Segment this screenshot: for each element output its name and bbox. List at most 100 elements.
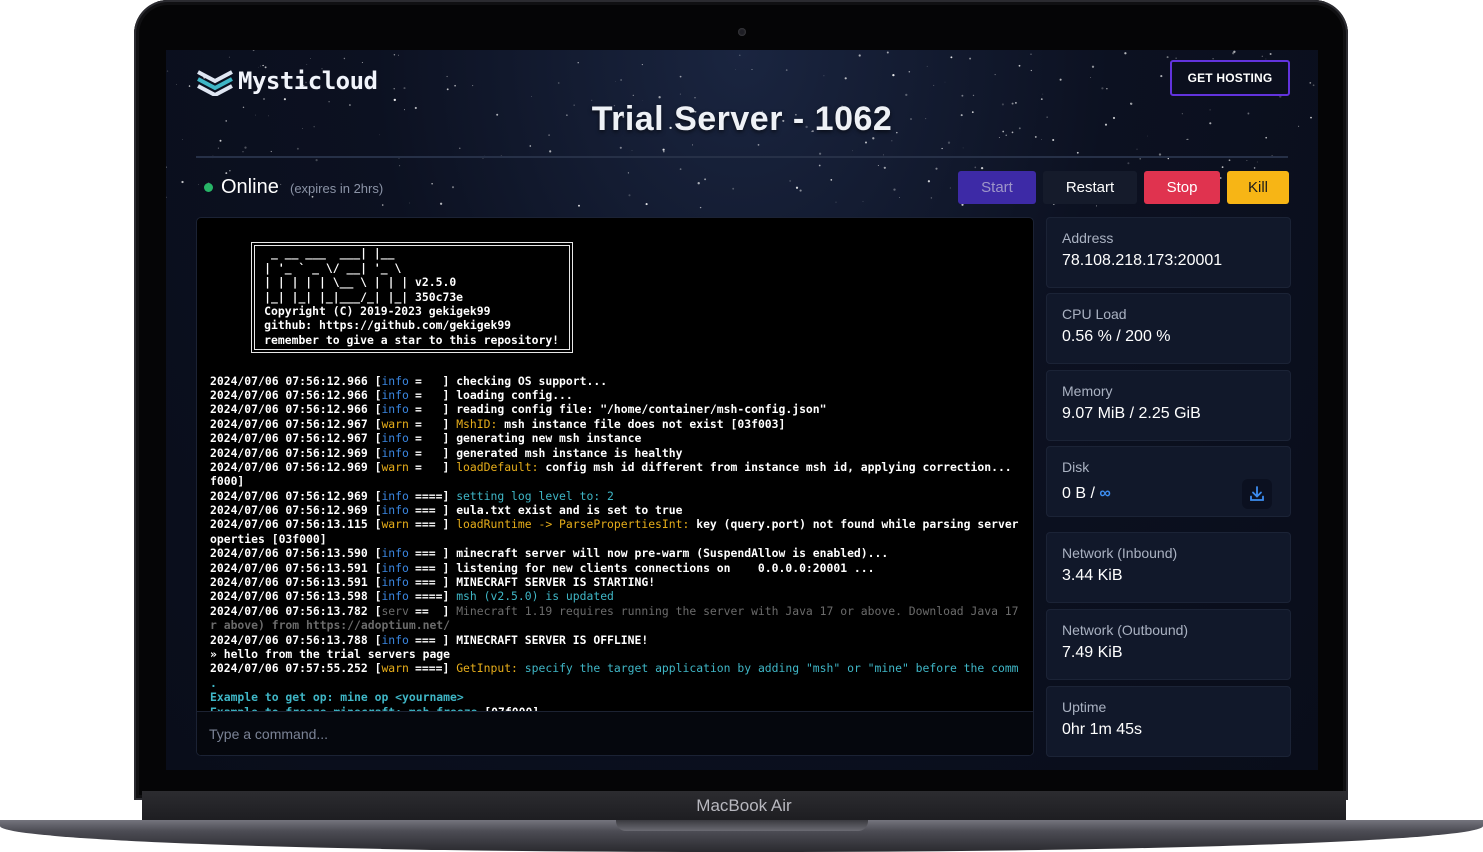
star: [1139, 157, 1142, 160]
star: [969, 57, 972, 60]
log-timestamp: 2024/07/06 07:56:12.969: [210, 459, 368, 474]
log-lines: 2024/07/06 07:56:12.966 [info = ] checkin…: [210, 373, 1033, 719]
star: [1309, 82, 1312, 84]
log-level: warn: [381, 459, 409, 474]
star: [883, 166, 886, 169]
log-timestamp: 2024/07/06 07:56:13.782: [210, 603, 368, 618]
star: [692, 144, 694, 146]
log-line: operties [03f000]: [210, 532, 1033, 546]
log-verbosity: =: [415, 402, 443, 417]
stat-card-uptime: Uptime 0hr 1m 45s: [1046, 686, 1291, 757]
star: [1256, 161, 1258, 163]
log-line: 2024/07/06 07:56:13.591 [info === ] liste…: [210, 560, 875, 575]
star: [459, 147, 461, 149]
star: [252, 50, 255, 52]
star: [735, 69, 736, 70]
log-level: info: [381, 560, 409, 575]
laptop-base: MacBook Air: [142, 791, 1346, 821]
download-button[interactable]: [1242, 479, 1272, 509]
star: [823, 75, 825, 77]
star: [980, 166, 984, 170]
star: [219, 139, 222, 142]
log-timestamp: 2024/07/06 07:56:12.969: [210, 445, 368, 460]
brand-logo[interactable]: Mysticloud: [196, 66, 378, 96]
star: [343, 57, 346, 60]
star: [431, 183, 433, 185]
star: [310, 58, 311, 59]
star: [844, 77, 847, 80]
stat-label: Memory: [1062, 383, 1113, 399]
log-level: serv: [381, 603, 409, 618]
stat-card-network-outbound: Network (Outbound) 7.49 KiB: [1046, 609, 1291, 680]
download-icon: [1250, 486, 1264, 501]
star: [645, 203, 648, 206]
star: [1101, 87, 1104, 90]
infinity-symbol: ∞: [1099, 485, 1111, 502]
star: [446, 88, 449, 91]
kill-button[interactable]: Kill: [1227, 171, 1289, 204]
log-level: info: [381, 387, 409, 402]
log-line: 2024/07/06 07:56:13.788 [info === ] MINEC…: [210, 632, 649, 647]
log-source: loadDefault:: [456, 459, 539, 474]
stat-label: Address: [1062, 230, 1114, 246]
banner-line: Copyright (C) 2019-2023 gekigek99: [264, 303, 491, 318]
star: [818, 152, 822, 155]
star: [217, 147, 219, 149]
star: [751, 69, 753, 70]
star: [662, 148, 665, 151]
stat-label: Network (Outbound): [1062, 622, 1189, 638]
log-line: 2024/07/06 07:56:12.966 [info = ] loading…: [210, 387, 573, 402]
expiry-text: (expires in 2hrs): [290, 181, 384, 196]
star: [182, 139, 183, 140]
restart-button[interactable]: Restart: [1043, 171, 1137, 204]
star: [795, 186, 799, 189]
star: [1185, 138, 1187, 140]
star: [1232, 52, 1235, 55]
stat-value: 3.44 KiB: [1062, 567, 1123, 584]
stat-value: 9.07 MiB / 2.25 GiB: [1062, 405, 1201, 422]
log-message: MINECRAFT SERVER IS STARTING!: [456, 575, 656, 590]
log-timestamp: 2024/07/06 07:56:12.967: [210, 416, 368, 431]
star: [620, 79, 622, 81]
stat-card-disk: Disk 0 B / ∞: [1046, 446, 1291, 517]
star: [451, 186, 455, 189]
header-divider: [196, 156, 1288, 158]
star: [632, 94, 634, 97]
stat-value-text: 0 B /: [1062, 485, 1100, 502]
star: [961, 203, 964, 206]
log-message: Minecraft 1.19 requires running the serv…: [456, 603, 1019, 618]
star: [1030, 53, 1032, 55]
star: [1136, 148, 1138, 150]
log-level: info: [381, 402, 409, 417]
stat-label: Network (Inbound): [1062, 545, 1178, 561]
log-line: 2024/07/06 07:56:12.969 [info ====] setti…: [210, 488, 614, 503]
star: [393, 88, 395, 90]
star: [549, 150, 552, 153]
log-level: info: [381, 431, 409, 446]
log-timestamp: 2024/07/06 07:56:12.966: [210, 402, 368, 417]
console-panel[interactable]: _ __ ___ ___| |__ | '_ ` _ \/ __| '_ \ |…: [196, 217, 1034, 756]
get-hosting-button[interactable]: GET HOSTING: [1170, 60, 1290, 96]
log-line: 2024/07/06 07:56:13.590 [info === ] minec…: [210, 546, 889, 561]
log-timestamp: 2024/07/06 07:57:55.252: [210, 661, 368, 676]
star: [830, 179, 833, 181]
star: [1091, 65, 1095, 68]
stop-button[interactable]: Stop: [1144, 171, 1220, 204]
star: [446, 75, 448, 78]
log-text: .: [210, 675, 217, 690]
log-timestamp: 2024/07/06 07:56:12.969: [210, 488, 368, 503]
log-verbosity: =: [415, 431, 443, 446]
star: [381, 204, 384, 206]
banner-line: | | | | | \__ \ | | | v2.5.0: [264, 275, 457, 290]
log-level: info: [381, 373, 409, 388]
star: [935, 167, 938, 170]
start-button[interactable]: Start: [958, 171, 1036, 204]
star: [166, 196, 167, 198]
star: [619, 146, 622, 149]
star: [858, 54, 861, 57]
log-line: Example to get op: mine op <yourname>: [210, 690, 1033, 704]
banner-line: github: https://github.com/gekigek99: [264, 318, 512, 333]
star: [972, 94, 975, 97]
command-input[interactable]: [207, 720, 1011, 748]
star: [926, 65, 928, 67]
